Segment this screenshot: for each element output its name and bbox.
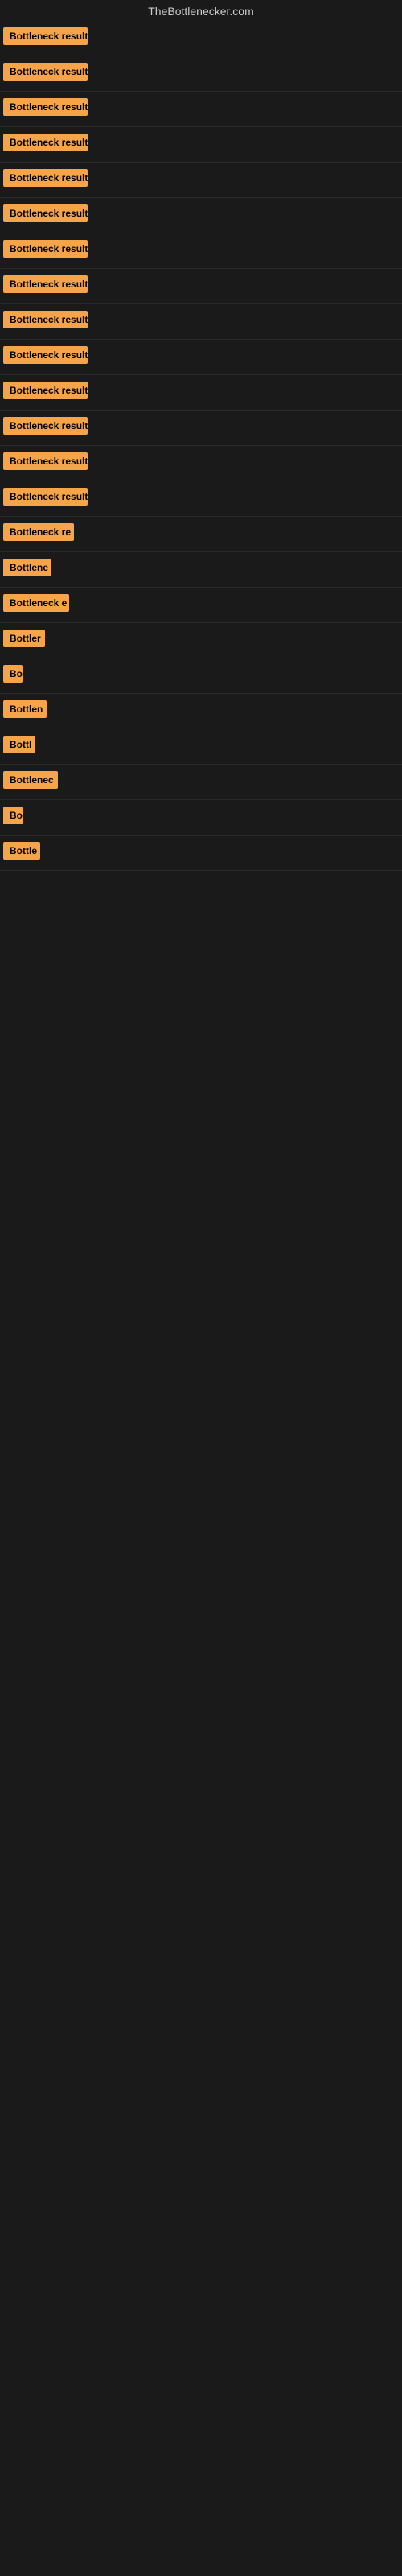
result-row: Bottleneck result	[0, 304, 402, 340]
bottleneck-result-badge[interactable]: Bottleneck result	[3, 382, 88, 399]
bottleneck-result-badge[interactable]: Bottleneck result	[3, 169, 88, 187]
bottleneck-result-badge[interactable]: Bottleneck result	[3, 417, 88, 435]
result-row: Bottleneck result	[0, 127, 402, 163]
result-row: Bottleneck result	[0, 375, 402, 411]
result-row: Bottlen	[0, 694, 402, 729]
result-row: Bottleneck e	[0, 588, 402, 623]
bottleneck-result-badge[interactable]: Bo	[3, 807, 23, 824]
result-row: Bottlenec	[0, 765, 402, 800]
bottleneck-result-badge[interactable]: Bottleneck result	[3, 240, 88, 258]
bottleneck-result-badge[interactable]: Bottle	[3, 842, 40, 860]
bottleneck-result-badge[interactable]: Bottlene	[3, 559, 51, 576]
result-row: Bottlene	[0, 552, 402, 588]
bottleneck-result-badge[interactable]: Bottlenec	[3, 771, 58, 789]
bottleneck-result-badge[interactable]: Bottleneck result	[3, 311, 88, 328]
result-row: Bottleneck result	[0, 481, 402, 517]
result-row: Bottl	[0, 729, 402, 765]
result-row: Bottleneck result	[0, 233, 402, 269]
bottleneck-result-badge[interactable]: Bottleneck result	[3, 452, 88, 470]
bottleneck-result-badge[interactable]: Bottleneck result	[3, 488, 88, 506]
site-title: TheBottlenecker.com	[0, 0, 402, 21]
result-row: Bottleneck result	[0, 340, 402, 375]
bottleneck-result-badge[interactable]: Bottleneck e	[3, 594, 69, 612]
bottleneck-result-badge[interactable]: Bottlen	[3, 700, 47, 718]
bottleneck-result-badge[interactable]: Bottleneck result	[3, 98, 88, 116]
result-row: Bottle	[0, 836, 402, 871]
result-row: Bottler	[0, 623, 402, 658]
bottleneck-result-badge[interactable]: Bo	[3, 665, 23, 683]
result-row: Bottleneck result	[0, 92, 402, 127]
result-row: Bottleneck result	[0, 411, 402, 446]
result-row: Bottleneck result	[0, 198, 402, 233]
result-row: Bottleneck re	[0, 517, 402, 552]
bottleneck-result-badge[interactable]: Bottleneck result	[3, 346, 88, 364]
result-row: Bottleneck result	[0, 269, 402, 304]
result-row: Bo	[0, 800, 402, 836]
result-row: Bottleneck result	[0, 56, 402, 92]
bottleneck-result-badge[interactable]: Bottleneck result	[3, 27, 88, 45]
bottleneck-result-badge[interactable]: Bottleneck result	[3, 275, 88, 293]
results-container: Bottleneck result Bottleneck result Bottle…	[0, 21, 402, 871]
bottleneck-result-badge[interactable]: Bottleneck result	[3, 134, 88, 151]
result-row: Bottleneck result	[0, 163, 402, 198]
bottleneck-result-badge[interactable]: Bottleneck result	[3, 63, 88, 80]
result-row: Bo	[0, 658, 402, 694]
bottleneck-result-badge[interactable]: Bottleneck re	[3, 523, 74, 541]
bottleneck-result-badge[interactable]: Bottl	[3, 736, 35, 753]
bottleneck-result-badge[interactable]: Bottler	[3, 630, 45, 647]
bottleneck-result-badge[interactable]: Bottleneck result	[3, 204, 88, 222]
result-row: Bottleneck result	[0, 21, 402, 56]
result-row: Bottleneck result	[0, 446, 402, 481]
